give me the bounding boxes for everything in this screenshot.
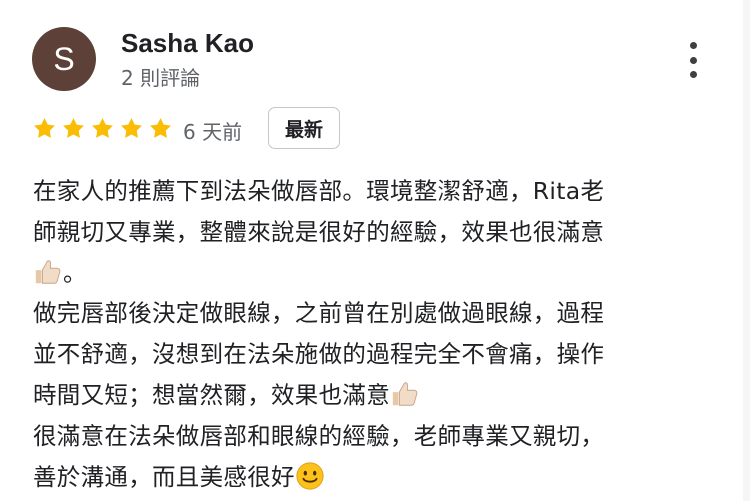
review-line-with-emoji: 時間又短；想當然爾，效果也滿意 xyxy=(33,375,723,416)
review-count: 2 則評論 xyxy=(121,66,201,90)
star-icon xyxy=(150,118,171,138)
review-line: 做完唇部後決定做眼線，之前曾在別處做過眼線，過程 xyxy=(33,299,605,328)
star-icon xyxy=(34,118,55,138)
menu-dot xyxy=(689,71,697,78)
review-text: 在家人的推薦下到法朵做唇部。環境整潔舒適，Rita老 師親切又專業，整體來說是很… xyxy=(33,171,723,497)
reviewer-name[interactable]: Sasha Kao xyxy=(121,28,254,59)
review-line-text: 時間又短；想當然爾，效果也滿意 xyxy=(33,380,390,409)
menu-dot xyxy=(689,56,697,64)
thumbs-up-icon xyxy=(35,259,61,284)
review-time: 6 天前 xyxy=(183,120,243,144)
review-line-text: 。 xyxy=(63,258,87,287)
avatar-letter: S xyxy=(53,40,75,77)
review-line-with-emoji: 善於溝通，而且美感很好 xyxy=(33,457,723,498)
smiling-face-icon xyxy=(296,461,324,490)
review-line-with-emoji: 。 xyxy=(33,253,723,294)
review-line: 在家人的推薦下到法朵做唇部。環境整潔舒適，Rita老 xyxy=(33,177,605,205)
menu-dot xyxy=(689,42,697,49)
avatar[interactable]: S xyxy=(32,27,96,91)
star-icon xyxy=(63,118,84,138)
star-icon xyxy=(121,118,142,138)
newest-badge[interactable]: 最新 xyxy=(268,107,340,149)
scrollbar[interactable] xyxy=(743,0,750,501)
star-rating xyxy=(32,116,173,141)
review-line: 很滿意在法朵做唇部和眼線的經驗，老師專業又親切， xyxy=(33,421,605,450)
star-icon xyxy=(92,118,113,138)
review-line: 並不舒適，沒想到在法朵施做的過程完全不會痛，操作 xyxy=(33,340,605,369)
more-vert-icon[interactable] xyxy=(683,40,703,80)
thumbs-up-icon xyxy=(392,382,418,406)
review-line: 師親切又專業，整體來說是很好的經驗，效果也很滿意 xyxy=(33,217,605,246)
review-line-text: 善於溝通，而且美感很好 xyxy=(33,462,295,491)
